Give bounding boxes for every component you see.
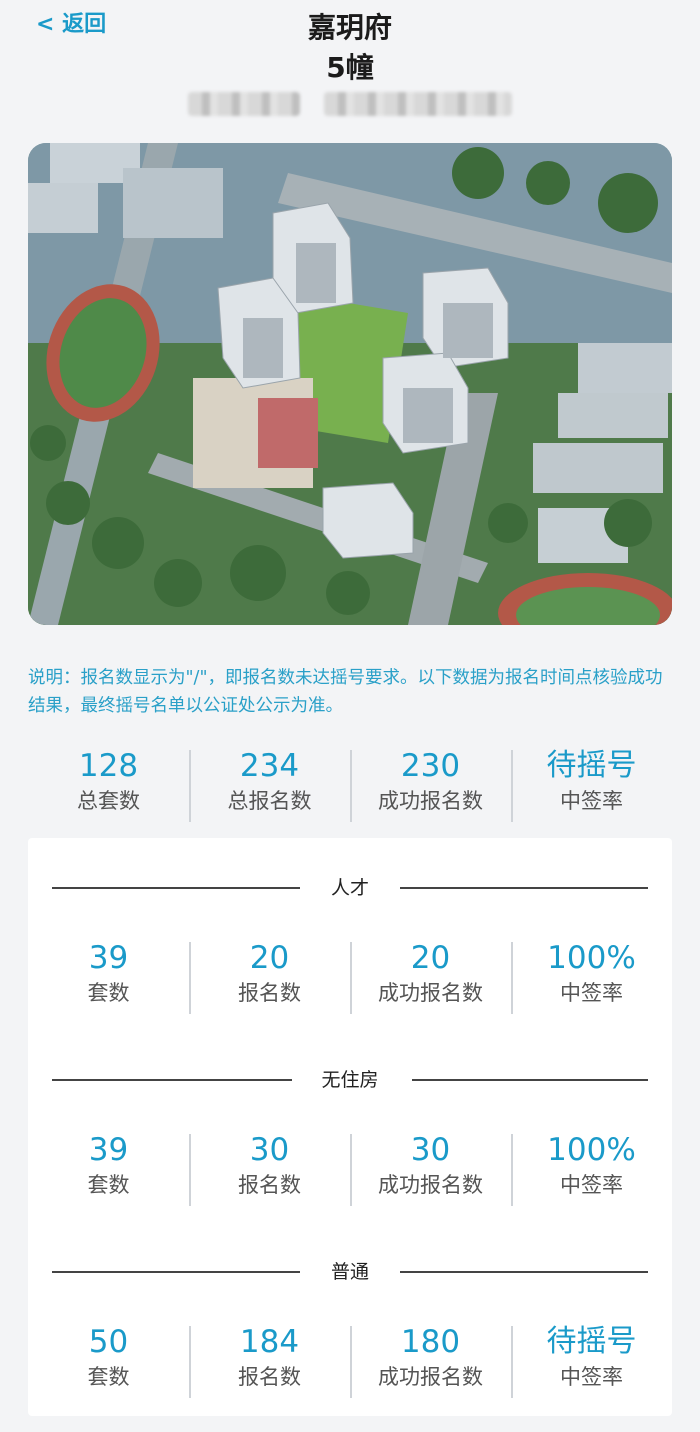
stat-value: 39 xyxy=(88,1132,129,1168)
stat-applications: 20 报名数 xyxy=(189,938,350,1018)
header: < 返回 嘉玥府 5幢 xyxy=(0,0,700,130)
stat-value: 待摇号 xyxy=(546,1324,637,1359)
stat-value: 30 xyxy=(249,1132,290,1168)
stat-successful: 20 成功报名数 xyxy=(350,938,511,1018)
stat-label: 成功报名数 xyxy=(378,1365,483,1389)
section-stats-talent: 39 套数 20 报名数 20 成功报名数 100% 中签率 xyxy=(28,938,672,1018)
stat-label: 报名数 xyxy=(238,1365,301,1389)
project-title: 嘉玥府 xyxy=(307,11,392,44)
stat-value: 20 xyxy=(249,940,290,976)
building-subtitle: 5幢 xyxy=(326,51,374,84)
stat-value: 100% xyxy=(547,1132,636,1168)
stat-successful: 30 成功报名数 xyxy=(350,1130,511,1210)
stat-win-rate: 100% 中签率 xyxy=(511,938,672,1018)
stat-successful: 180 成功报名数 xyxy=(350,1322,511,1402)
stat-value: 待摇号 xyxy=(546,748,637,783)
aerial-view-illustration xyxy=(28,143,672,625)
section-header-general: 普通 xyxy=(52,1258,648,1286)
stat-applications: 30 报名数 xyxy=(189,1130,350,1210)
stat-value: 100% xyxy=(547,940,636,976)
section-title: 普通 xyxy=(330,1261,369,1283)
section-header-no-housing: 无住房 xyxy=(52,1066,648,1094)
stat-value: 180 xyxy=(400,1324,461,1360)
stat-units: 50 套数 xyxy=(28,1322,189,1402)
stat-label: 总报名数 xyxy=(227,789,312,813)
section-title: 无住房 xyxy=(321,1069,379,1091)
summary-total-applications: 234 总报名数 xyxy=(189,746,350,826)
stat-units: 39 套数 xyxy=(28,1130,189,1210)
summary-successful-applications: 230 成功报名数 xyxy=(350,746,511,826)
stat-win-rate: 100% 中签率 xyxy=(511,1130,672,1210)
blurred-info-left xyxy=(188,92,300,116)
section-stats-general: 50 套数 184 报名数 180 成功报名数 待摇号 中签率 xyxy=(28,1322,672,1402)
stat-value: 30 xyxy=(410,1132,451,1168)
stat-value: 184 xyxy=(239,1324,300,1360)
stat-label: 中签率 xyxy=(560,981,623,1005)
stat-value: 230 xyxy=(400,748,461,784)
project-rendering-image xyxy=(28,143,672,625)
section-header-talent: 人才 xyxy=(52,874,648,902)
stat-value: 20 xyxy=(410,940,451,976)
stat-label: 成功报名数 xyxy=(378,789,483,813)
section-title: 人才 xyxy=(330,877,369,899)
stat-value: 128 xyxy=(78,748,139,784)
stat-value: 39 xyxy=(88,940,129,976)
stat-value: 234 xyxy=(239,748,300,784)
blurred-info-right xyxy=(324,92,512,116)
summary-stats: 128 总套数 234 总报名数 230 成功报名数 待摇号 中签率 xyxy=(28,746,672,826)
stat-label: 成功报名数 xyxy=(378,981,483,1005)
stat-value: 50 xyxy=(88,1324,129,1360)
stat-label: 报名数 xyxy=(238,981,301,1005)
category-breakdown-card: 人才 39 套数 20 报名数 20 成功报名数 100% 中签率 无住房 39… xyxy=(28,838,672,1416)
stat-label: 总套数 xyxy=(77,789,140,813)
stat-units: 39 套数 xyxy=(28,938,189,1018)
summary-total-units: 128 总套数 xyxy=(28,746,189,826)
stat-applications: 184 报名数 xyxy=(189,1322,350,1402)
stat-label: 套数 xyxy=(87,1173,130,1197)
stat-label: 套数 xyxy=(87,1365,130,1389)
summary-win-rate: 待摇号 中签率 xyxy=(511,746,672,826)
stat-label: 中签率 xyxy=(560,1173,623,1197)
stat-label: 中签率 xyxy=(560,789,623,813)
stat-label: 成功报名数 xyxy=(378,1173,483,1197)
stat-label: 套数 xyxy=(87,981,130,1005)
stat-label: 中签率 xyxy=(560,1365,623,1389)
stat-label: 报名数 xyxy=(238,1173,301,1197)
section-stats-no-housing: 39 套数 30 报名数 30 成功报名数 100% 中签率 xyxy=(28,1130,672,1210)
stat-win-rate: 待摇号 中签率 xyxy=(511,1322,672,1402)
disclaimer-note: 说明：报名数显示为"/"，即报名数未达摇号要求。以下数据为报名时间点核验成功结果… xyxy=(28,668,663,716)
